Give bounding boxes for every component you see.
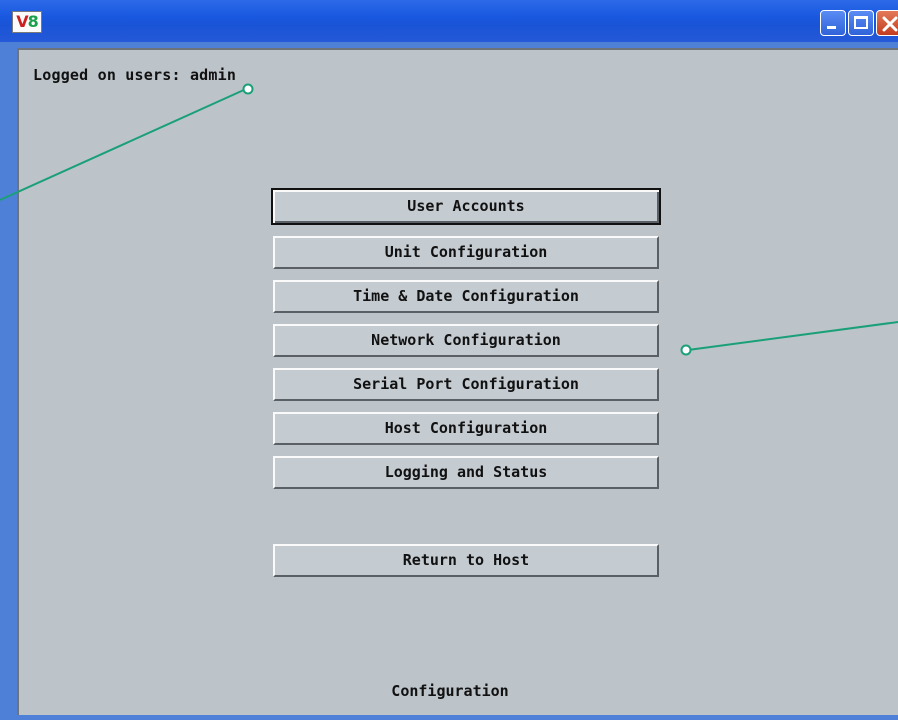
- close-button[interactable]: [876, 10, 898, 36]
- logged-on-users: Logged on users: admin: [33, 66, 236, 84]
- logged-on-label: Logged on users:: [33, 66, 181, 84]
- status-title: Configuration: [391, 682, 509, 700]
- app-icon[interactable]: V8: [12, 11, 42, 33]
- logged-on-user: admin: [189, 66, 237, 84]
- serial-port-configuration-button[interactable]: Serial Port Configuration: [273, 368, 659, 401]
- logging-and-status-button[interactable]: Logging and Status: [273, 456, 659, 489]
- return-to-host-button[interactable]: Return to Host: [273, 544, 659, 577]
- time-date-configuration-button[interactable]: Time & Date Configuration: [273, 280, 659, 313]
- close-icon: [882, 16, 898, 32]
- config-panel: Logged on users: admin User Accounts Uni…: [17, 48, 898, 720]
- window-bottom-border: [17, 715, 898, 720]
- unit-configuration-button[interactable]: Unit Configuration: [273, 236, 659, 269]
- app-icon-digit: 8: [27, 12, 39, 31]
- maximize-button[interactable]: [848, 10, 874, 36]
- app-window: V8 Logged on users: admin User Accounts …: [0, 0, 898, 720]
- app-icon-letter-v: V: [16, 12, 28, 31]
- network-configuration-button[interactable]: Network Configuration: [273, 324, 659, 357]
- user-accounts-button[interactable]: User Accounts: [271, 188, 661, 225]
- minimize-button[interactable]: [820, 10, 846, 36]
- host-configuration-button[interactable]: Host Configuration: [273, 412, 659, 445]
- title-bar[interactable]: V8: [0, 0, 898, 42]
